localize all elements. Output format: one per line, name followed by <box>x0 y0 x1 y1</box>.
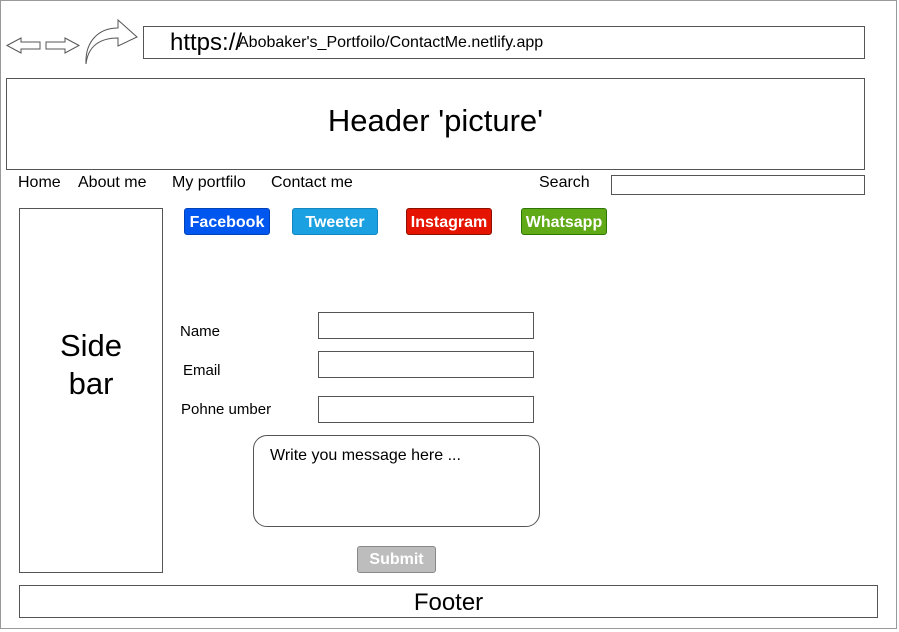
nav-my-portfolio[interactable]: My portfilo <box>172 174 246 192</box>
instagram-button[interactable]: Instagram <box>406 208 492 235</box>
name-label: Name <box>180 323 221 340</box>
email-field[interactable] <box>318 351 534 378</box>
email-label: Email <box>183 362 221 379</box>
header-picture: Header 'picture' <box>6 78 865 170</box>
footer: Footer <box>19 585 878 618</box>
sidebar-label-line2: bar <box>68 366 114 401</box>
nav-about-me[interactable]: About me <box>78 174 146 192</box>
whatsapp-button[interactable]: Whatsapp <box>521 208 607 235</box>
url-protocol: https:// <box>170 29 243 56</box>
message-placeholder: Write you message here ... <box>270 447 461 464</box>
message-textarea[interactable]: Write you message here ... <box>253 435 540 527</box>
footer-label: Footer <box>413 589 484 616</box>
submit-button[interactable]: Submit <box>357 546 436 573</box>
sidebar-label-line1: Side <box>59 328 123 363</box>
search-label: Search <box>539 174 590 191</box>
url-path: Abobaker's_Portfoilo/ContactMe.netlify.a… <box>238 34 544 51</box>
address-bar[interactable]: https:// Abobaker's_Portfoilo/ContactMe.… <box>143 26 865 59</box>
phone-field[interactable] <box>318 396 534 423</box>
header-title: Header 'picture' <box>327 103 544 138</box>
phone-label: Pohne umber <box>181 401 272 418</box>
forward-arrow-icon[interactable] <box>44 37 80 54</box>
search-input[interactable] <box>611 175 865 195</box>
twitter-button[interactable]: Tweeter <box>292 208 378 235</box>
nav-contact-me[interactable]: Contact me <box>271 174 353 192</box>
sidebar-label: Side bar <box>20 327 162 403</box>
name-field[interactable] <box>318 312 534 339</box>
refresh-arrow-icon[interactable] <box>84 18 140 66</box>
sidebar: Side bar <box>19 208 163 573</box>
nav-home[interactable]: Home <box>18 174 61 192</box>
facebook-button[interactable]: Facebook <box>184 208 270 235</box>
back-arrow-icon[interactable] <box>6 37 42 54</box>
